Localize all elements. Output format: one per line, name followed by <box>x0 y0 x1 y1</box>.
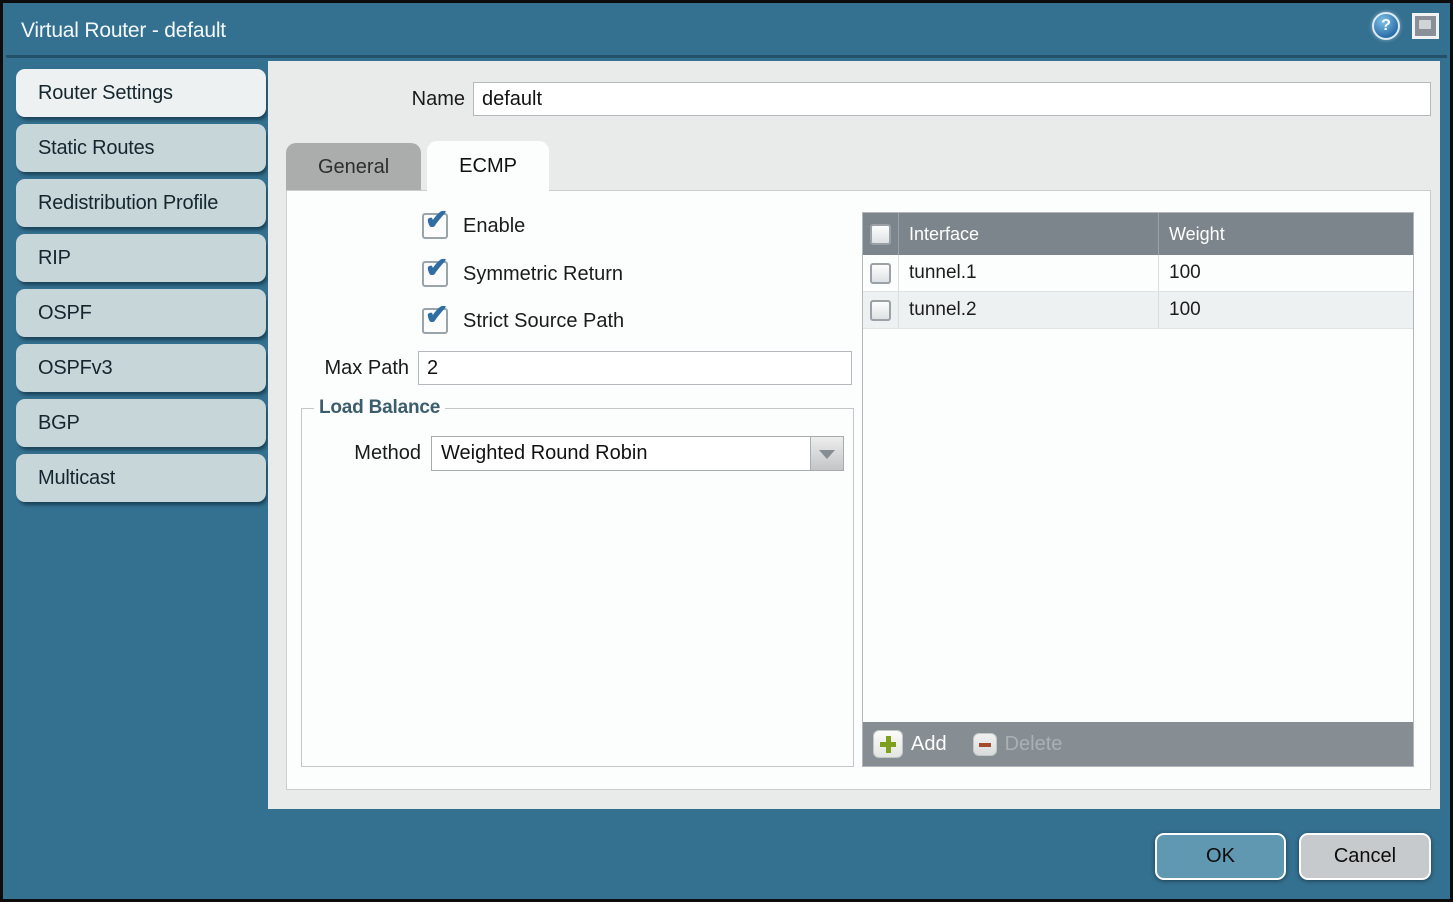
load-balance-group: Load Balance Method Weighted Round Robin <box>301 408 854 767</box>
help-icon[interactable]: ? <box>1372 12 1400 40</box>
delete-button-label: Delete <box>1005 733 1063 756</box>
sidebar-item-bgp[interactable]: BGP <box>16 399 266 447</box>
column-header-weight[interactable]: Weight <box>1159 213 1413 255</box>
table-toolbar: Add Delete <box>863 722 1413 766</box>
column-header-interface[interactable]: Interface <box>899 213 1159 255</box>
cell-weight: 100 <box>1159 255 1413 291</box>
tab-bar: General ECMP <box>286 143 549 191</box>
checkbox-checked-icon: ✔ <box>425 254 448 282</box>
load-balance-legend: Load Balance <box>314 397 445 419</box>
virtual-router-dialog: Virtual Router - default ? Router Settin… <box>0 0 1453 902</box>
title-bar: Virtual Router - default ? <box>6 6 1447 58</box>
tab-general[interactable]: General <box>286 143 421 191</box>
delete-button[interactable]: Delete <box>973 733 1063 756</box>
content-area: Name General ECMP ✔ Enable ✔ Symmetric R… <box>268 61 1440 809</box>
sidebar-item-redistribution-profile[interactable]: Redistribution Profile <box>16 179 266 227</box>
interface-table: Interface Weight tunnel.1 100 tunnel.2 1… <box>862 212 1414 767</box>
strict-source-path-checkbox[interactable]: ✔ <box>422 308 448 334</box>
ok-button[interactable]: OK <box>1155 833 1286 880</box>
add-button[interactable]: Add <box>873 730 947 758</box>
sidebar-item-ospf[interactable]: OSPF <box>16 289 266 337</box>
dialog-title: Virtual Router - default <box>6 19 226 43</box>
row-checkbox[interactable] <box>870 263 891 284</box>
strict-source-path-label: Strict Source Path <box>463 310 624 333</box>
cell-interface: tunnel.1 <box>899 255 1159 291</box>
method-dropdown-button[interactable] <box>810 437 843 470</box>
add-plus-icon <box>873 730 903 758</box>
symmetric-return-label: Symmetric Return <box>463 263 623 286</box>
max-path-label: Max Path <box>287 351 409 385</box>
cell-interface: tunnel.2 <box>899 292 1159 328</box>
symmetric-return-checkbox[interactable]: ✔ <box>422 261 448 287</box>
name-input[interactable] <box>473 82 1431 116</box>
cell-weight: 100 <box>1159 292 1413 328</box>
window-restore-inner <box>1419 20 1431 29</box>
method-select[interactable]: Weighted Round Robin <box>431 436 844 471</box>
cancel-button[interactable]: Cancel <box>1299 833 1431 880</box>
delete-minus-icon <box>973 733 997 756</box>
ecmp-panel: ✔ Enable ✔ Symmetric Return ✔ Strict Sou… <box>286 190 1431 790</box>
row-checkbox[interactable] <box>870 300 891 321</box>
select-all-checkbox[interactable] <box>870 224 891 245</box>
method-selected-value: Weighted Round Robin <box>441 437 647 470</box>
sidebar-item-ospfv3[interactable]: OSPFv3 <box>16 344 266 392</box>
method-label: Method <box>302 436 421 471</box>
table-header: Interface Weight <box>863 213 1413 255</box>
checkbox-checked-icon: ✔ <box>425 206 448 234</box>
sidebar-item-multicast[interactable]: Multicast <box>16 454 266 502</box>
header-checkbox-cell <box>863 213 899 255</box>
sidebar-item-router-settings[interactable]: Router Settings <box>16 69 266 117</box>
enable-label: Enable <box>463 215 525 238</box>
table-row[interactable]: tunnel.2 100 <box>863 292 1413 329</box>
name-label: Name <box>268 83 465 116</box>
add-button-label: Add <box>911 733 947 756</box>
enable-checkbox[interactable]: ✔ <box>422 213 448 239</box>
sidebar-item-static-routes[interactable]: Static Routes <box>16 124 266 172</box>
sidebar-item-rip[interactable]: RIP <box>16 234 266 282</box>
table-row[interactable]: tunnel.1 100 <box>863 255 1413 292</box>
tab-ecmp[interactable]: ECMP <box>427 141 549 191</box>
dropdown-arrow-icon <box>819 450 835 459</box>
checkbox-checked-icon: ✔ <box>425 301 448 329</box>
sidebar: Router Settings Static Routes Redistribu… <box>6 61 268 896</box>
max-path-input[interactable] <box>418 351 852 385</box>
window-restore-icon[interactable] <box>1412 13 1439 39</box>
